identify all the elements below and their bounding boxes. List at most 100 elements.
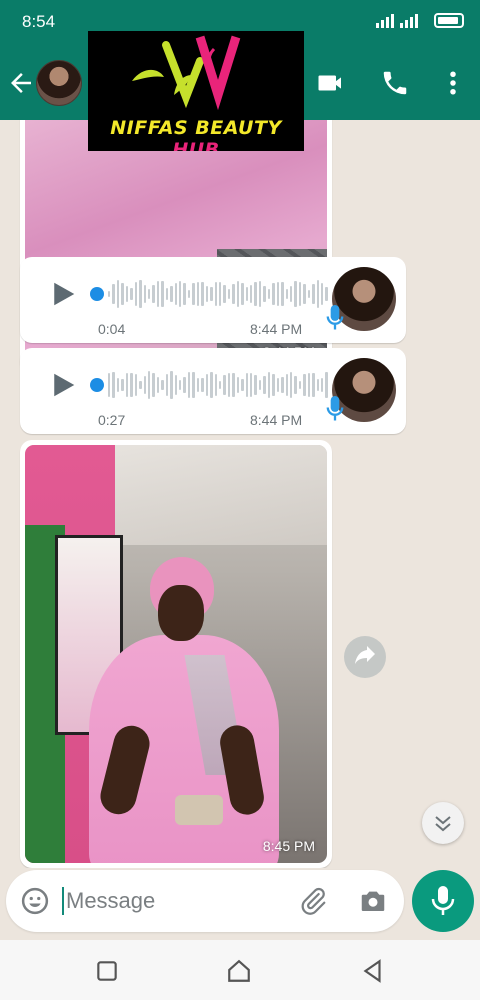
signal-2-icon: [400, 14, 418, 28]
waveform-bar: [227, 373, 231, 397]
waveform-bar: [108, 372, 111, 398]
waveform-bar: [174, 375, 177, 395]
waveform-bar: [289, 286, 293, 302]
waveform-bar: [130, 372, 133, 398]
message-photo[interactable]: 8:45 PM: [25, 445, 327, 863]
waveform-bar: [187, 372, 191, 398]
waveform-bar: [281, 377, 284, 393]
waveform-bar: [183, 283, 186, 305]
system-nav-bar: [0, 940, 480, 1000]
waveform-bar: [232, 284, 235, 304]
waveform-bar: [325, 372, 328, 398]
waveform-bar: [294, 280, 297, 308]
playback-position[interactable]: [90, 287, 104, 301]
waveform-bar: [263, 285, 266, 303]
waveform-bar: [205, 286, 209, 302]
message-timestamp: 8:44 PM: [250, 412, 303, 428]
waveform-bar: [245, 287, 248, 301]
waveform-bar: [130, 287, 133, 301]
waveform-bar: [187, 290, 191, 298]
waveform-bar: [116, 280, 120, 308]
waveform-bar: [174, 283, 177, 305]
waveform-bar: [156, 281, 160, 307]
waveform-bar: [254, 282, 257, 306]
waveform-bar: [298, 380, 302, 390]
waveform-bar: [134, 282, 138, 306]
waveform-bar: [210, 372, 213, 398]
waveform-bar: [307, 290, 311, 298]
message-composer: [6, 870, 404, 932]
logo-mark-icon: [132, 35, 241, 111]
waveform-bar: [272, 374, 275, 396]
waveform-bar: [281, 282, 284, 306]
waveform-bar: [227, 288, 231, 300]
waveform-bar: [294, 376, 297, 394]
contact-avatar[interactable]: [36, 60, 82, 106]
forward-button[interactable]: [344, 636, 386, 678]
waveform-bar: [258, 379, 262, 391]
waveform-bar: [165, 373, 169, 397]
waveform-bar: [223, 375, 226, 395]
waveform-bar: [125, 286, 129, 302]
more-options-icon[interactable]: [438, 68, 468, 98]
waveform-bar: [170, 286, 173, 302]
record-voice-button[interactable]: [412, 870, 474, 932]
attach-icon[interactable]: [298, 886, 328, 916]
camera-icon[interactable]: [358, 886, 388, 916]
nav-recent-icon[interactable]: [94, 958, 120, 984]
waveform-bar: [143, 284, 146, 304]
waveform-bar: [312, 372, 315, 398]
brand-name-part1: NIFFAS BEAUTY: [110, 117, 282, 139]
waveform-bar: [121, 282, 124, 306]
waveform-bar: [192, 371, 195, 399]
waveform-bar: [152, 285, 155, 303]
back-arrow-icon[interactable]: [6, 68, 36, 98]
waveform-bar: [112, 284, 115, 304]
waveform-bar: [134, 374, 138, 396]
waveform[interactable]: [108, 368, 328, 402]
waveform[interactable]: [108, 277, 328, 311]
nav-home-icon[interactable]: [226, 958, 252, 984]
emoji-icon[interactable]: [20, 886, 50, 916]
scroll-to-bottom-button[interactable]: [422, 802, 464, 844]
voice-duration: 0:27: [98, 412, 126, 428]
phone-icon[interactable]: [380, 68, 410, 98]
waveform-bar: [201, 377, 204, 393]
waveform-bar: [147, 289, 151, 299]
waveform-bar: [196, 282, 200, 306]
nav-back-icon[interactable]: [360, 958, 386, 984]
waveform-bar: [218, 381, 222, 389]
play-icon[interactable]: [48, 370, 78, 400]
waveform-bar: [321, 377, 324, 393]
battery-icon: [434, 13, 464, 28]
waveform-bar: [307, 372, 311, 398]
brand-name-part2: HUB: [172, 139, 220, 151]
waveform-bar: [316, 378, 319, 392]
waveform-bar: [316, 280, 319, 308]
image-message[interactable]: 8:45 PM: [20, 440, 332, 868]
voice-duration: 0:04: [98, 321, 126, 337]
waveform-bar: [139, 381, 142, 389]
waveform-bar: [143, 375, 146, 395]
waveform-bar: [147, 371, 151, 399]
waveform-bar: [267, 371, 271, 399]
waveform-bar: [183, 376, 186, 394]
waveform-bar: [303, 374, 306, 396]
waveform-bar: [250, 285, 253, 303]
waveform-bar: [289, 371, 293, 399]
play-icon[interactable]: [48, 279, 78, 309]
video-call-icon[interactable]: [316, 68, 346, 98]
voice-message[interactable]: 0:27 8:44 PM: [20, 348, 406, 434]
mic-icon: [431, 886, 455, 915]
waveform-bar: [285, 373, 288, 397]
voice-message[interactable]: 0:04 8:44 PM: [20, 257, 406, 343]
message-list[interactable]: 8:44 PM 0:04 8:44 PM 0:27 8:44 PM: [0, 120, 480, 868]
waveform-bar: [232, 373, 235, 397]
waveform-bar: [125, 372, 129, 398]
waveform-bar: [201, 282, 204, 306]
waveform-bar: [210, 287, 213, 301]
share-icon: [355, 646, 375, 664]
playback-position[interactable]: [90, 378, 104, 392]
waveform-bar: [161, 379, 164, 391]
message-input[interactable]: [62, 887, 282, 915]
